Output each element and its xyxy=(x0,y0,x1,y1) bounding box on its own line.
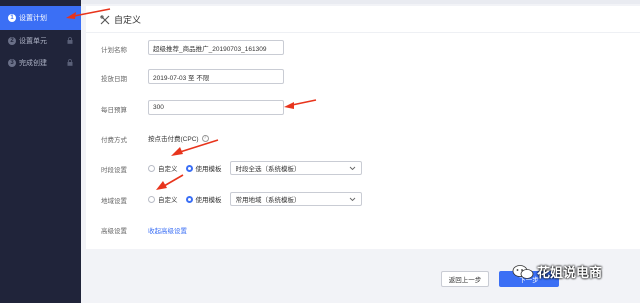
step-number: 2 xyxy=(8,37,16,45)
time-template-select[interactable]: 时段全选（系统模板） xyxy=(229,161,362,175)
step-number: 1 xyxy=(8,14,16,22)
time-setting-options: 自定义 使用模板 时段全选（系统模板） xyxy=(148,161,362,175)
region-select-value: 常用地域（系统模板） xyxy=(235,197,301,204)
plan-name-label: 计划名称 xyxy=(101,47,127,54)
plan-name-value: 超级推荐_商品推广_20190703_161309 xyxy=(153,45,267,53)
watermark-text: 花姐说电商 xyxy=(537,265,603,280)
plan-form-panel: 自定义 计划名称 超级推荐_商品推广_20190703_161309 投放日期 … xyxy=(86,6,640,249)
chevron-down-icon xyxy=(349,166,355,170)
lock-icon xyxy=(67,37,73,44)
time-template-radio[interactable] xyxy=(185,164,193,172)
step-number: 3 xyxy=(8,59,16,67)
wechat-icon xyxy=(512,264,534,279)
pay-method-value: 按点击付费(CPC) ? xyxy=(148,133,209,143)
plan-name-input[interactable]: 超级推荐_商品推广_20190703_161309 xyxy=(148,40,284,55)
sidebar-item-plan[interactable]: 1 设置计划 xyxy=(0,6,81,30)
region-template-label[interactable]: 使用模板 xyxy=(196,194,222,204)
sidebar-item-finish[interactable]: 3 完成创建 xyxy=(0,51,81,75)
region-template-select[interactable]: 常用地域（系统模板） xyxy=(229,192,362,206)
budget-label: 每日预算 xyxy=(101,107,127,114)
sidebar-item-unit[interactable]: 2 设置单元 xyxy=(0,29,81,53)
date-range-input[interactable]: 2019-07-03 至 不限 xyxy=(148,69,284,84)
sidebar-item-label: 设置单元 xyxy=(19,38,47,45)
time-template-label[interactable]: 使用模板 xyxy=(196,163,222,173)
divider xyxy=(86,32,640,33)
help-icon[interactable]: ? xyxy=(201,134,209,142)
time-select-value: 时段全选（系统模板） xyxy=(235,166,301,173)
chevron-down-icon xyxy=(349,197,355,201)
lock-icon xyxy=(67,59,73,66)
region-setting-label: 地域设置 xyxy=(101,198,127,205)
budget-input[interactable]: 300 xyxy=(148,100,284,115)
panel-title: 自定义 xyxy=(100,13,141,26)
pay-method-label: 付费方式 xyxy=(101,137,127,144)
top-bar xyxy=(81,0,640,4)
date-label: 投放日期 xyxy=(101,76,127,83)
panel-title-text: 自定义 xyxy=(114,15,142,25)
time-custom-label[interactable]: 自定义 xyxy=(158,163,178,173)
advanced-label: 高级设置 xyxy=(101,228,127,235)
sidebar-item-label: 完成创建 xyxy=(19,60,47,67)
region-custom-radio[interactable] xyxy=(148,195,155,203)
collapse-advanced-link[interactable]: 收起高级设置 xyxy=(148,225,187,235)
region-custom-label[interactable]: 自定义 xyxy=(158,194,178,204)
sidebar: 1 设置计划 2 设置单元 3 完成创建 xyxy=(0,0,81,303)
budget-value: 300 xyxy=(153,104,164,111)
watermark: 花姐说电商 xyxy=(512,262,602,281)
sidebar-item-label: 设置计划 xyxy=(19,15,47,22)
time-setting-label: 时段设置 xyxy=(101,167,127,174)
region-setting-options: 自定义 使用模板 常用地域（系统模板） xyxy=(148,192,362,206)
tools-icon xyxy=(100,14,110,24)
time-custom-radio[interactable] xyxy=(148,164,155,172)
region-template-radio[interactable] xyxy=(185,195,193,203)
date-value: 2019-07-03 至 不限 xyxy=(153,74,210,82)
pay-method-text: 按点击付费(CPC) xyxy=(148,136,199,143)
prev-step-button[interactable]: 返回上一步 xyxy=(441,271,489,287)
